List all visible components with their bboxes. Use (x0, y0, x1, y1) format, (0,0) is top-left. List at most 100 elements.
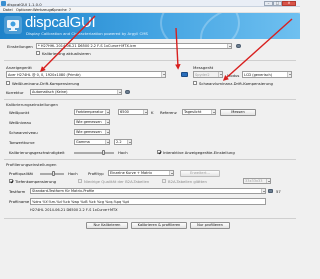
window-title: dispcalGUI 1.1.0.0 (7, 1, 42, 7)
chevron-down-icon (261, 189, 265, 193)
settings-value: * H27HHL 2014-06-21 D6500 2.2 F-S 1xCurv… (38, 44, 137, 48)
app-banner: dispcalGUI Display Calibration and Chara… (0, 13, 300, 39)
gamma-value: 2.2 (116, 140, 122, 144)
gamma-input[interactable]: 2.2 (114, 139, 132, 145)
quality-label: Profilqualität (9, 171, 34, 176)
advanced-button[interactable]: Erweitert... (180, 169, 220, 177)
b2a-quality-checkbox[interactable] (78, 179, 82, 183)
calibrate-profile-button[interactable]: Kalibrieren & profilieren (131, 222, 187, 229)
speed-slider-handle[interactable] (102, 149, 105, 155)
white-drift-checkbox[interactable] (6, 81, 10, 85)
profile-name-value: %dns %Y-%m-%d %cb %wp %cB %ck %cg %cq-%p… (32, 200, 129, 204)
chevron-down-icon (169, 171, 173, 175)
white-level-label: Weißniveau (9, 120, 32, 125)
profile-only-button[interactable]: Nur profilieren (190, 222, 230, 229)
menu-file[interactable]: Datei (3, 8, 13, 12)
close-button[interactable]: ✕ (282, 0, 296, 6)
instrument-value: Spyder2 (195, 73, 210, 77)
instrument-section-label: Messgerät (193, 65, 214, 70)
white-level-select[interactable]: Wie gemessen (74, 119, 110, 125)
mode-label: Modus (227, 72, 240, 78)
speed-value: Hoch (118, 150, 128, 155)
app-icon (1, 1, 6, 6)
whitepoint-unit: K (151, 110, 154, 115)
tone-curve-label: Tonwertkurve (9, 140, 35, 145)
chevron-down-icon (287, 72, 291, 77)
b2a-size-select[interactable]: 33x33x33 (243, 178, 271, 184)
tone-curve-select[interactable]: Gamma (74, 139, 110, 145)
reference-label: Referenz (160, 110, 177, 115)
profile-name-result: H274HL 2014-06-21 D6500 2.2 F-S 1xCurve+… (30, 208, 118, 212)
black-point-label: Tiefenkompensierung (15, 179, 57, 184)
calibrate-only-button[interactable]: Nur Kalibrieren (86, 222, 128, 229)
correction-select[interactable]: Automatisch (Keine) (30, 89, 122, 95)
b2a-smooth-label: B2A-Tabellen glätten (168, 179, 207, 184)
chevron-down-icon (105, 140, 109, 144)
profile-type-select[interactable]: Einzelne Kurve + Matrix (108, 170, 174, 176)
menu-tools[interactable]: Werkzeuge (33, 8, 53, 12)
chevron-down-icon (143, 110, 147, 114)
interactive-label: Interaktive Anzeigegeräte-Einstellung (163, 150, 235, 155)
whitepoint-label: Weißpunkt (9, 110, 30, 115)
black-drift-checkbox[interactable] (193, 81, 197, 85)
white-drift-label: Weißluminanz-Drift-Kompensierung (12, 81, 80, 86)
chevron-down-icon (105, 120, 109, 124)
correction-label: Korrektur (6, 90, 24, 95)
instrument-select[interactable]: Spyder2 (193, 71, 223, 78)
profile-name-input[interactable]: %dns %Y-%m-%d %cb %wp %cB %ck %cg %cq-%p… (30, 198, 266, 205)
calib-update-checkbox[interactable] (36, 51, 40, 55)
mode-value: LCD (generisch) (244, 73, 273, 77)
display-value: Acer H274HL @ 0, 0, 1920x1080 (Primär) (8, 73, 81, 77)
calibration-section-label: Kalibrierungseinstellungen (6, 102, 58, 107)
annotation-arrows (40, 15, 293, 81)
calib-update-label: Kalibrierung aktualisieren (42, 51, 91, 56)
mode-select[interactable]: LCD (generisch) (242, 71, 292, 78)
whitepoint-temp: 6500 (120, 110, 129, 114)
display-section-label: Anzeigegerät (6, 65, 32, 70)
app-logo (4, 16, 22, 34)
chevron-down-icon (105, 130, 109, 134)
display-select[interactable]: Acer H274HL @ 0, 0, 1920x1080 (Primär) (6, 71, 166, 78)
display-identify-icon[interactable] (181, 72, 188, 77)
black-level-label: Schwarzniveau (9, 130, 38, 135)
b2a-size-value: 33x33x33 (245, 179, 263, 183)
maximize-button[interactable]: □ (273, 0, 282, 6)
profile-name-label: Profilname (9, 199, 30, 204)
logo-icon (7, 20, 19, 31)
white-level-value: Wie gemessen (76, 120, 102, 124)
profile-type-label: Profiltyp (88, 171, 104, 176)
whitepoint-value: Farbtemperatur (76, 110, 104, 114)
testform-edit-icon[interactable] (268, 188, 273, 193)
menu-options[interactable]: Optionen (16, 8, 32, 12)
reference-value: Tageslicht (184, 110, 202, 114)
reference-select[interactable]: Tageslicht (182, 109, 216, 115)
chevron-down-icon (266, 179, 270, 183)
app-title: dispcalGUI (25, 14, 96, 31)
testform-select[interactable]: Standard-Testform für Matrix-Profile (30, 188, 266, 194)
divider (4, 99, 296, 100)
black-point-checkbox[interactable] (9, 179, 13, 183)
correction-value: Automatisch (Keine) (32, 90, 68, 94)
divider (4, 60, 296, 61)
whitepoint-temp-input[interactable]: 6500 (118, 109, 148, 115)
whitepoint-select[interactable]: Farbtemperatur (74, 109, 110, 115)
app-tagline: Display Calibration and Characterization… (26, 31, 148, 36)
correction-gear-icon[interactable] (125, 89, 130, 94)
black-level-select[interactable]: Wie gemessen (74, 129, 110, 135)
settings-select[interactable]: * H27HHL 2014-06-21 D6500 2.2 F-S 1xCurv… (36, 43, 232, 49)
settings-gear-icon[interactable] (236, 43, 241, 48)
interactive-checkbox[interactable] (157, 150, 161, 154)
testform-count: 57 (276, 189, 281, 194)
menu-language[interactable]: Sprache (52, 8, 67, 12)
minimize-button[interactable]: – (264, 0, 273, 6)
measure-button[interactable]: Messen (220, 108, 256, 116)
quality-slider-handle[interactable] (52, 170, 55, 176)
window-titlebar: dispcalGUI 1.1.0.0 – □ ✕ (0, 0, 300, 7)
profile-type-value: Einzelne Kurve + Matrix (110, 171, 153, 175)
banner-decoration (200, 13, 300, 39)
settings-label: Einstellungen (7, 44, 33, 49)
menu-help[interactable]: ? (69, 8, 71, 12)
b2a-smooth-checkbox[interactable] (162, 179, 166, 183)
speed-slider[interactable] (74, 151, 114, 154)
tone-curve-value: Gamma (76, 140, 90, 144)
